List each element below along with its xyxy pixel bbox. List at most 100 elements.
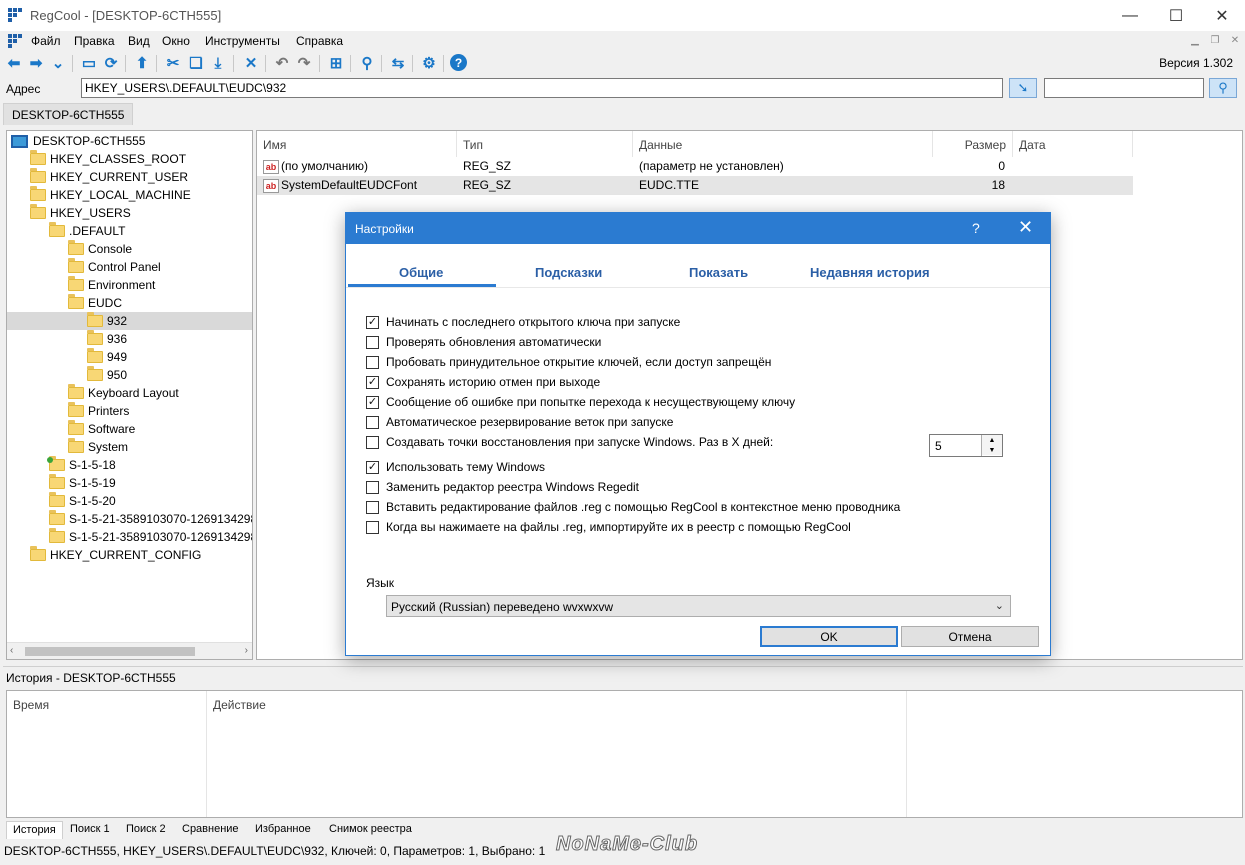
restore-days-value[interactable]: 5 — [935, 439, 942, 453]
tree-horizontal-scrollbar[interactable]: ‹ › — [7, 642, 252, 659]
spin-up-icon[interactable]: ▲ — [982, 435, 1002, 445]
up-icon[interactable]: ⬆ — [132, 53, 152, 73]
checkbox[interactable] — [366, 355, 379, 369]
checkbox[interactable] — [366, 415, 379, 429]
search-icon[interactable]: ⚲ — [357, 53, 377, 73]
option-row[interactable]: Автоматическое резервирование веток при … — [366, 414, 673, 430]
tree-node[interactable]: HKEY_LOCAL_MACHINE — [30, 186, 191, 204]
cancel-button[interactable]: Отмена — [901, 626, 1039, 647]
menu-edit[interactable]: Правка — [74, 34, 115, 48]
cut-icon[interactable]: ✂ — [163, 53, 183, 73]
tree-node[interactable]: S-1-5-21-3589103070-1269134298-1 — [49, 528, 252, 546]
ok-button[interactable]: OK — [760, 626, 898, 647]
tree-node[interactable]: Console — [68, 240, 132, 258]
option-row[interactable]: ✓ Сохранять историю отмен при выходе — [366, 374, 600, 390]
checkbox-checked[interactable]: ✓ — [366, 315, 379, 329]
tree-node[interactable]: 950 — [87, 366, 127, 384]
tree-node[interactable]: S-1-5-20 — [49, 492, 116, 510]
copy-icon[interactable]: ❏ — [186, 53, 206, 73]
address-field[interactable]: HKEY_USERS\.DEFAULT\EUDC\932 — [81, 78, 1003, 98]
menu-app-icon[interactable] — [8, 34, 22, 48]
option-row[interactable]: Когда вы нажимаете на файлы .reg, импорт… — [366, 519, 851, 535]
mdi-close-icon[interactable]: ✕ — [1227, 33, 1243, 48]
option-row[interactable]: ✓ Использовать тему Windows — [366, 459, 545, 475]
option-row[interactable]: Создавать точки восстановления при запус… — [366, 434, 773, 450]
back-icon[interactable]: ⬅ — [4, 53, 24, 73]
scroll-left-icon[interactable]: ‹ — [10, 645, 13, 656]
tab-recent-history[interactable]: Недавняя история — [810, 265, 930, 280]
language-select[interactable]: Русский (Russian) переведено wvxwxvw ⌄ — [386, 595, 1011, 617]
settings-icon[interactable]: ⚙ — [419, 53, 439, 73]
tree-node[interactable]: Printers — [68, 402, 129, 420]
new-key-icon[interactable]: ⊞ — [326, 53, 346, 73]
checkbox[interactable] — [366, 480, 379, 494]
checkbox-checked[interactable]: ✓ — [366, 395, 379, 409]
tree-node[interactable]: .DEFAULT — [49, 222, 125, 240]
checkbox[interactable] — [366, 520, 379, 534]
export-icon[interactable]: ⤓ — [208, 53, 228, 73]
tab-search-1[interactable]: Поиск 1 — [64, 821, 116, 839]
tab-compare[interactable]: Сравнение — [176, 821, 245, 839]
column-size[interactable]: Размер — [933, 131, 1013, 157]
tree-root[interactable]: DESKTOP-6CTH555 — [11, 132, 145, 150]
tree-node[interactable]: Software — [68, 420, 135, 438]
option-row[interactable]: Проверять обновления автоматически — [366, 334, 601, 350]
tab-show[interactable]: Показать — [689, 265, 748, 280]
column-date[interactable]: Дата — [1013, 131, 1133, 157]
tree-node[interactable]: HKEY_USERS — [30, 204, 131, 222]
option-row[interactable]: Вставить редактирование файлов .reg с по… — [366, 499, 900, 515]
tree-node[interactable]: HKEY_CURRENT_USER — [30, 168, 188, 186]
menu-window[interactable]: Окно — [162, 34, 190, 48]
maximize-button[interactable]: ☐ — [1153, 0, 1199, 31]
mdi-minimize-icon[interactable]: ▁ — [1187, 33, 1203, 48]
tree-node[interactable]: Control Panel — [68, 258, 161, 276]
list-row[interactable]: ab (по умолчанию) REG_SZ (параметр не устан… — [257, 157, 1133, 176]
option-row[interactable]: ✓ Сообщение об ошибке при попытке переход… — [366, 394, 795, 410]
tab-general[interactable]: Общие — [399, 265, 443, 280]
refresh-icon[interactable]: ⟳ — [101, 53, 121, 73]
menu-help[interactable]: Справка — [296, 34, 343, 48]
menu-tools[interactable]: Инструменты — [205, 34, 280, 48]
option-row[interactable]: Заменить редактор реестра Windows Regedi… — [366, 479, 639, 495]
tree-node[interactable]: S-1-5-18 — [47, 456, 116, 474]
tree-node[interactable]: HKEY_CLASSES_ROOT — [30, 150, 186, 168]
minimize-button[interactable]: — — [1107, 0, 1153, 31]
checkbox[interactable] — [366, 435, 379, 449]
undo-icon[interactable]: ↶ — [272, 53, 292, 73]
tree-node[interactable]: 949 — [87, 348, 127, 366]
tree-node[interactable]: 932 — [7, 312, 252, 330]
tree-node[interactable]: S-1-5-21-3589103070-1269134298-1 — [49, 510, 252, 528]
tab-search-2[interactable]: Поиск 2 — [120, 821, 172, 839]
search-button-icon[interactable]: ⚲ — [1209, 78, 1237, 98]
computer-tab[interactable]: DESKTOP-6CTH555 — [3, 103, 134, 125]
tree-node[interactable]: Keyboard Layout — [68, 384, 179, 402]
checkbox-checked[interactable]: ✓ — [366, 375, 379, 389]
tab-favorites[interactable]: Избранное — [249, 821, 317, 839]
tree-node[interactable]: EUDC — [68, 294, 122, 312]
registry-tree[interactable]: DESKTOP-6CTH555 HKEY_CLASSES_ROOT HKEY_CU… — [6, 130, 253, 660]
redo-icon[interactable]: ↷ — [294, 53, 314, 73]
tree-node[interactable]: S-1-5-19 — [49, 474, 116, 492]
tree-node[interactable]: Environment — [68, 276, 155, 294]
column-type[interactable]: Тип — [457, 131, 633, 157]
checkbox-checked[interactable]: ✓ — [366, 460, 379, 474]
column-data[interactable]: Данные — [633, 131, 933, 157]
menu-view[interactable]: Вид — [128, 34, 150, 48]
delete-icon[interactable]: ✕ — [241, 53, 261, 73]
checkbox[interactable] — [366, 335, 379, 349]
tree-node[interactable]: HKEY_CURRENT_CONFIG — [30, 546, 201, 564]
checkbox[interactable] — [366, 500, 379, 514]
help-icon[interactable]: ? — [450, 54, 467, 71]
tab-history[interactable]: История — [6, 821, 63, 839]
dialog-help-button[interactable]: ? — [972, 220, 980, 236]
tree-node[interactable]: 936 — [87, 330, 127, 348]
history-column-action[interactable]: Действие — [207, 691, 907, 817]
mdi-restore-icon[interactable]: ❐ — [1207, 33, 1223, 48]
computer-icon[interactable]: ▭ — [79, 53, 99, 73]
tab-hints[interactable]: Подсказки — [535, 265, 602, 280]
history-list[interactable]: Время Действие — [6, 690, 1243, 818]
option-row[interactable]: ✓ Начинать с последнего открытого ключа п… — [366, 314, 680, 330]
dropdown-icon[interactable]: ⌄ — [48, 53, 68, 73]
close-button[interactable]: ✕ — [1199, 0, 1245, 31]
search-input[interactable] — [1044, 78, 1204, 98]
